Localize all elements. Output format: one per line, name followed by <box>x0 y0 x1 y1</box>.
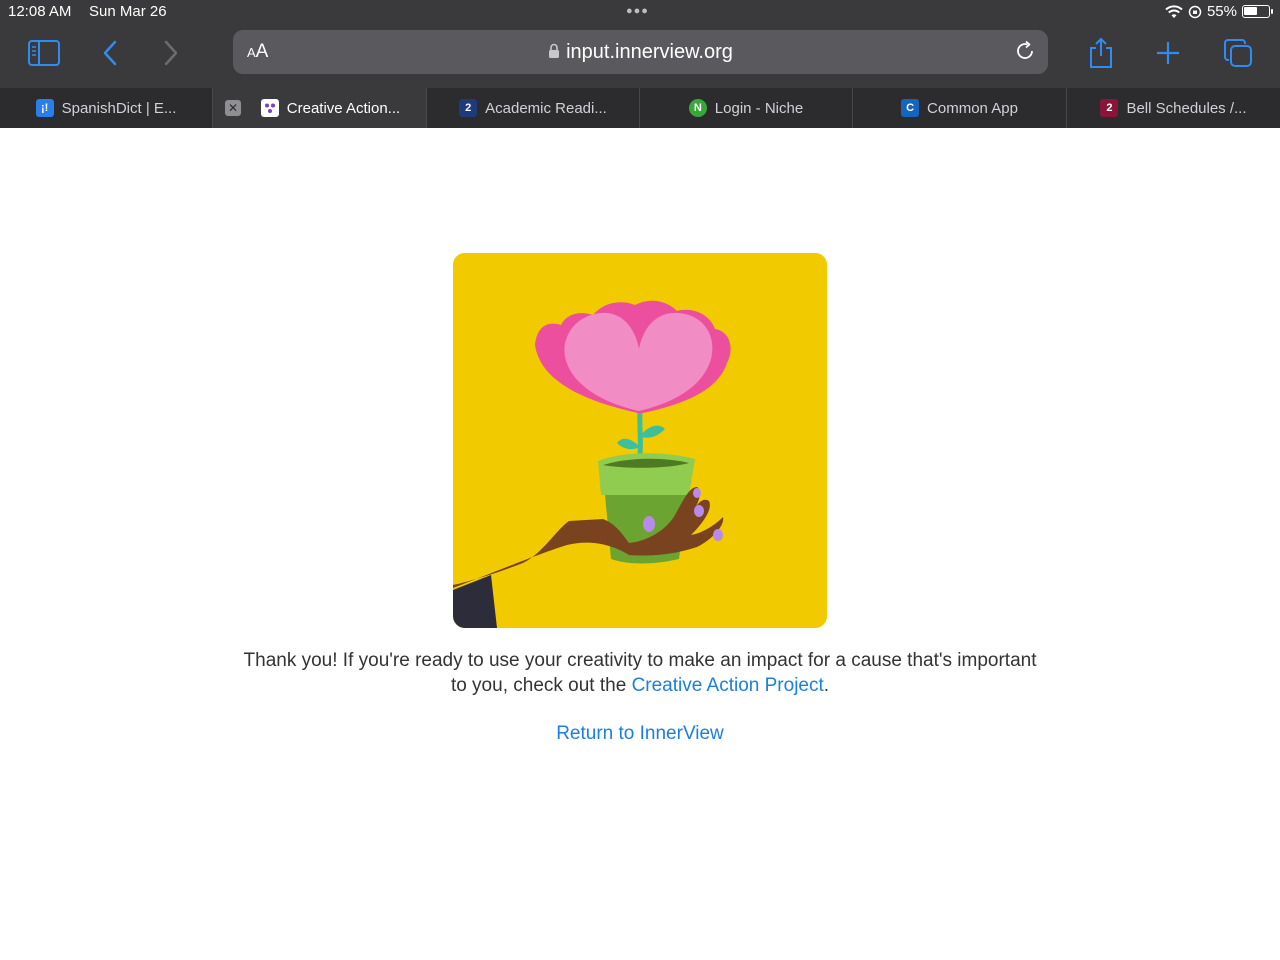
message-period: . <box>823 675 830 696</box>
battery-percent: 55% <box>1206 3 1237 20</box>
address-bar[interactable]: AA input.innerview.org <box>233 30 1048 74</box>
sidebar-icon[interactable] <box>26 38 62 68</box>
orientation-lock-icon <box>1188 5 1202 18</box>
common-app-favicon-icon: C <box>901 99 920 117</box>
tab-bell-schedules[interactable]: 2 Bell Schedules /... <box>1067 88 1280 128</box>
battery-icon <box>1242 5 1273 18</box>
tabs-overview-icon[interactable] <box>1220 38 1256 68</box>
close-tab-icon[interactable]: ✕ <box>225 100 241 116</box>
tab-bar: ¡! SpanishDict | E... ✕ Creative Action.… <box>0 88 1280 128</box>
tab-common-app[interactable]: C Common App <box>853 88 1067 128</box>
url-text: input.innerview.org <box>566 41 733 63</box>
browser-toolbar: AA input.innerview.org <box>0 24 1280 88</box>
return-to-innerview-link[interactable]: Return to InnerView <box>0 723 1280 745</box>
wifi-icon <box>1165 4 1183 18</box>
tab-spanishdict[interactable]: ¡! SpanishDict | E... <box>0 88 213 128</box>
status-time: 12:08 AM <box>8 3 72 20</box>
tab-title: SpanishDict | E... <box>61 99 177 117</box>
tab-title: Creative Action... <box>286 99 401 117</box>
spanishdict-favicon-icon: ¡! <box>35 99 54 117</box>
reload-icon[interactable] <box>1014 40 1036 62</box>
tab-creative-action[interactable]: ✕ Creative Action... <box>213 88 427 128</box>
tab-niche-login[interactable]: N Login - Niche <box>640 88 853 128</box>
page-content: Thank you! If you're ready to use your c… <box>0 128 1280 960</box>
status-date: Sun Mar 26 <box>89 3 167 20</box>
tab-title: Academic Readi... <box>485 99 607 117</box>
creative-action-favicon-icon <box>260 99 279 117</box>
forward-chevron-icon[interactable] <box>153 38 189 68</box>
academic-favicon-icon: 2 <box>459 99 478 117</box>
tab-title: Common App <box>927 99 1018 117</box>
new-tab-plus-icon[interactable] <box>1150 38 1186 68</box>
back-chevron-icon[interactable] <box>92 38 128 68</box>
share-icon[interactable] <box>1083 37 1119 68</box>
bell-schedules-favicon-icon: 2 <box>1100 99 1119 117</box>
status-indicators: 55% <box>1165 3 1273 20</box>
status-bar: 12:08 AM Sun Mar 26 ●●● 55% <box>0 0 1280 24</box>
lock-icon <box>549 43 560 58</box>
battery-level <box>1244 7 1257 15</box>
tab-title: Login - Niche <box>714 99 804 117</box>
creative-action-project-link[interactable]: Creative Action Project <box>632 675 824 696</box>
thank-you-message: Thank you! If you're ready to use your c… <box>240 648 1040 698</box>
niche-favicon-icon: N <box>688 99 707 117</box>
multitasking-dots-icon[interactable]: ●●● <box>626 5 649 17</box>
tab-title: Bell Schedules /... <box>1126 99 1247 117</box>
flower-pot-illustration <box>453 253 827 628</box>
tab-academic-readiness[interactable]: 2 Academic Readi... <box>427 88 640 128</box>
